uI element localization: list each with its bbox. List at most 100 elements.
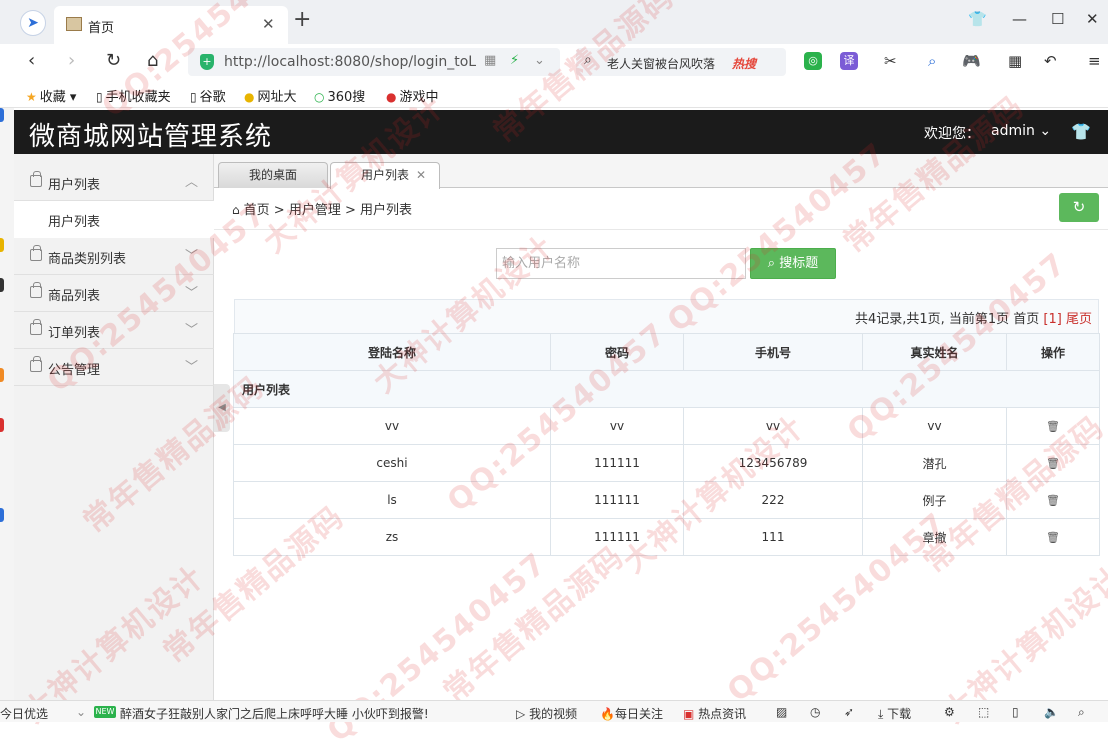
search-button[interactable]: ⌕ 搜标题 bbox=[750, 248, 836, 279]
sidebar-item-users[interactable]: 用户列表 ︿ bbox=[14, 164, 214, 201]
strip-icon[interactable] bbox=[0, 368, 4, 382]
apps-grid-icon[interactable]: ▦ bbox=[1008, 51, 1022, 71]
scissors-icon[interactable]: ✂ bbox=[884, 51, 897, 71]
qr-code-icon[interactable]: ▦ bbox=[484, 53, 496, 68]
page-favicon-icon bbox=[66, 17, 82, 31]
magnifier-icon[interactable]: ⌕ bbox=[928, 51, 936, 71]
pager-summary[interactable]: 共4记录,共1页, 当前第1页 首页 bbox=[855, 312, 1039, 327]
strip-icon[interactable] bbox=[0, 418, 4, 432]
forward-icon[interactable]: › bbox=[68, 51, 75, 71]
address-bar[interactable]: + http://localhost:8080/shop/login_toL ▦… bbox=[188, 48, 560, 76]
search-suggestion[interactable]: 老人关窗被台风吹落 bbox=[607, 55, 715, 72]
chevron-up-icon: ︿ bbox=[185, 175, 199, 190]
address-dropdown-icon[interactable]: ⌄ bbox=[534, 53, 545, 68]
screenshot-icon[interactable]: ⬚ bbox=[978, 705, 989, 719]
search-engine-box[interactable]: ⌕ 老人关窗被台风吹落 热搜 bbox=[576, 48, 786, 76]
lock-icon bbox=[30, 171, 42, 187]
status-download[interactable]: ⤓ 下载 bbox=[878, 705, 911, 722]
history-icon[interactable]: ◷ bbox=[810, 705, 820, 719]
image-icon[interactable]: ▨ bbox=[776, 705, 787, 719]
game-controller-icon[interactable]: 🎮 bbox=[962, 51, 981, 71]
delete-trash-icon[interactable]: 🗑 bbox=[1046, 531, 1060, 544]
new-tab-icon[interactable]: + bbox=[293, 9, 311, 31]
maximize-icon[interactable]: ☐ bbox=[1051, 10, 1064, 28]
sidebar-toggle-icon[interactable]: ▯ bbox=[1012, 705, 1019, 719]
360-icon: ○ bbox=[314, 90, 325, 104]
status-label: 我的视频 bbox=[529, 707, 578, 721]
lock-icon bbox=[30, 245, 42, 261]
strip-icon[interactable] bbox=[0, 278, 4, 292]
url-text[interactable]: http://localhost:8080/shop/login_toL bbox=[224, 54, 476, 70]
cell-actions: 🗑 bbox=[1006, 407, 1100, 445]
status-daily-follow[interactable]: 🔥每日关注 bbox=[600, 705, 663, 722]
strip-icon[interactable] bbox=[0, 238, 4, 252]
bookmark-games[interactable]: ● 游戏中 bbox=[386, 86, 439, 105]
refresh-button[interactable]: ↻ bbox=[1059, 193, 1099, 222]
back-icon[interactable]: ‹ bbox=[28, 51, 35, 71]
menu-icon[interactable]: ≡ bbox=[1088, 51, 1101, 71]
chevron-down-icon[interactable]: ⌄ bbox=[76, 705, 86, 719]
bookmark-360[interactable]: ○ 360搜 bbox=[314, 86, 365, 105]
cell-real-name: 章撤 bbox=[862, 518, 1007, 556]
browser-statusbar: 今日优选 ⌄ NEW 醉酒女子狂敲别人家门之后爬上床呼呼大睡 小伙吓到报警! ▷… bbox=[0, 700, 1108, 722]
sidebar-subitem-user-list[interactable]: 用户列表 bbox=[14, 201, 214, 238]
pager-current-page[interactable]: [1] bbox=[1043, 312, 1061, 327]
breadcrumb-home[interactable]: 首页 bbox=[244, 203, 270, 218]
bookmark-label: 游戏中 bbox=[399, 90, 439, 105]
extension-green-icon[interactable]: ◎ bbox=[804, 52, 822, 70]
close-tab-icon[interactable]: ✕ bbox=[262, 15, 275, 33]
sidebar-item-products[interactable]: 商品列表 ﹀ bbox=[14, 275, 214, 312]
user-menu[interactable]: admin ⌄ bbox=[991, 123, 1051, 139]
lock-icon bbox=[30, 319, 42, 335]
browser-tab[interactable]: 首页 ✕ bbox=[54, 6, 288, 44]
strip-icon[interactable] bbox=[0, 108, 4, 122]
status-daily-pick[interactable]: 今日优选 bbox=[0, 705, 48, 722]
bookmark-mobile[interactable]: ▯ 手机收藏夹 bbox=[96, 86, 171, 105]
speed-mode-icon[interactable]: ⚡ bbox=[510, 53, 519, 68]
bookmark-nav[interactable]: ● 网址大 bbox=[244, 86, 297, 105]
status-news-ticker[interactable]: 醉酒女子狂敲别人家门之后爬上床呼呼大睡 小伙吓到报警! bbox=[120, 705, 429, 722]
undo-icon[interactable]: ↶ bbox=[1044, 51, 1057, 71]
delete-trash-icon[interactable]: 🗑 bbox=[1046, 494, 1060, 507]
delete-trash-icon[interactable]: 🗑 bbox=[1046, 457, 1060, 470]
reload-icon[interactable]: ↻ bbox=[106, 51, 121, 71]
translate-icon[interactable]: 译 bbox=[840, 52, 858, 70]
bookmark-label: 网址大 bbox=[257, 90, 297, 105]
cell-phone: 222 bbox=[683, 481, 863, 519]
window-close-icon[interactable]: ✕ bbox=[1086, 10, 1099, 28]
sidebar-item-categories[interactable]: 商品类别列表 ﹀ bbox=[14, 238, 214, 275]
browser-navigation-icon[interactable]: ➤ bbox=[20, 10, 46, 36]
bookmark-favorites[interactable]: ★ 收藏 ▾ bbox=[26, 86, 76, 105]
volume-icon[interactable]: 🔈 bbox=[1044, 705, 1059, 719]
breadcrumb-user-management[interactable]: 用户管理 bbox=[289, 203, 341, 218]
zoom-icon[interactable]: ⌕ bbox=[1078, 705, 1085, 720]
tab-user-list[interactable]: 用户列表 ✕ bbox=[330, 162, 440, 189]
sidebar-item-notices[interactable]: 公告管理 ﹀ bbox=[14, 349, 214, 386]
pager-last-page[interactable]: 尾页 bbox=[1066, 312, 1092, 327]
tab-desktop[interactable]: 我的桌面 bbox=[218, 162, 328, 188]
strip-icon[interactable] bbox=[0, 508, 4, 522]
cell-login-name: ceshi bbox=[233, 444, 551, 482]
sidebar-item-orders[interactable]: 订单列表 ﹀ bbox=[14, 312, 214, 349]
skin-icon[interactable]: 👕 bbox=[968, 10, 987, 28]
cell-password: 111111 bbox=[550, 444, 684, 482]
sidebar-collapse-handle[interactable]: ◀ bbox=[214, 384, 230, 432]
extension-icon[interactable]: ⚙ bbox=[944, 705, 955, 719]
minimize-icon[interactable]: — bbox=[1012, 10, 1027, 28]
sidebar-item-label: 商品列表 bbox=[48, 289, 101, 304]
theme-shirt-icon[interactable]: 👕 bbox=[1071, 122, 1091, 141]
delete-trash-icon[interactable]: 🗑 bbox=[1046, 420, 1060, 433]
sidebar-item-label: 公告管理 bbox=[48, 363, 101, 378]
bookmark-google[interactable]: ▯ 谷歌 bbox=[190, 86, 226, 105]
status-hot-news[interactable]: ▣ 热点资讯 bbox=[683, 705, 746, 722]
close-icon[interactable]: ✕ bbox=[416, 163, 426, 187]
status-my-videos[interactable]: ▷ 我的视频 bbox=[516, 705, 577, 722]
welcome-text: 欢迎您： bbox=[924, 126, 980, 142]
download-icon: ⤓ bbox=[878, 707, 884, 721]
home-icon[interactable]: ⌂ bbox=[147, 51, 158, 71]
security-shield-icon: + bbox=[200, 54, 214, 70]
rocket-icon[interactable]: ➶ bbox=[844, 705, 854, 719]
star-icon: ★ bbox=[26, 90, 37, 104]
content-tabs: 我的桌面 用户列表 ✕ bbox=[214, 154, 1108, 189]
username-search-input[interactable] bbox=[496, 248, 746, 279]
